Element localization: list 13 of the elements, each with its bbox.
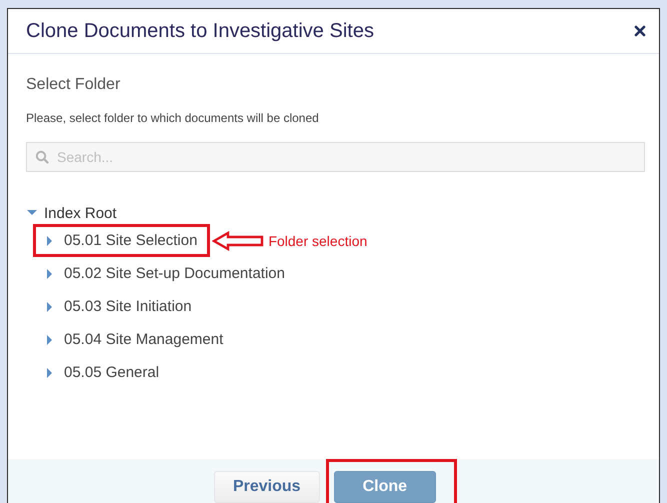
tree-item[interactable]: 05.05 General <box>33 356 172 389</box>
tree-item[interactable]: 05.02 Site Set-up Documentation <box>33 257 298 290</box>
dialog-title: Clone Documents to Investigative Sites <box>26 20 374 42</box>
callout-label: Folder selection <box>268 232 368 248</box>
callout-arrow-icon <box>212 230 264 250</box>
close-icon[interactable] <box>634 25 646 37</box>
previous-button[interactable]: Previous <box>214 471 320 503</box>
tree-item[interactable]: Index Root <box>44 204 117 222</box>
highlighted-tree-item[interactable]: 05.01 Site Selection <box>33 224 210 257</box>
tree-item[interactable]: 05.04 Site Management <box>33 323 236 356</box>
tree-item[interactable]: 05.03 Site Initiation <box>33 290 205 323</box>
instruction-text: Please, select folder to which documents will be cloned <box>26 111 320 125</box>
section-title: Select Folder <box>26 76 122 94</box>
